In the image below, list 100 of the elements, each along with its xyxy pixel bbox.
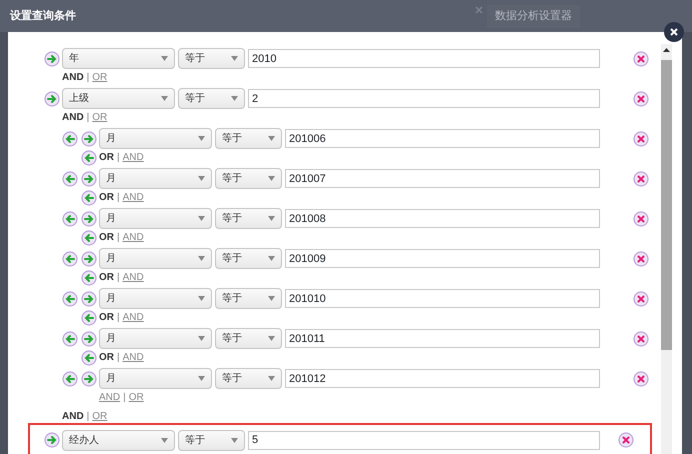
delete-icon[interactable] [633, 290, 649, 306]
logic-option[interactable]: AND [62, 110, 84, 125]
arrow-right-icon[interactable] [81, 250, 97, 266]
value-field[interactable]: 201012 [285, 369, 600, 388]
operator-select[interactable]: 等于 [178, 430, 245, 450]
delete-icon[interactable] [633, 330, 649, 346]
logic-option[interactable]: OR [99, 190, 114, 205]
close-button[interactable] [664, 22, 684, 42]
delete-icon[interactable] [633, 130, 649, 146]
separator: | [86, 111, 90, 125]
caret-icon [268, 336, 275, 341]
delete-icon[interactable] [618, 432, 634, 448]
logic-option[interactable]: AND [99, 390, 120, 405]
delete-icon[interactable] [633, 370, 649, 386]
delete-icon[interactable] [633, 50, 649, 66]
scroll-up-icon[interactable] [663, 48, 670, 52]
logic-option[interactable]: AND [62, 409, 84, 424]
field-select[interactable]: 月 [99, 288, 212, 309]
caret-icon [268, 216, 275, 221]
value-field[interactable]: 2010 [248, 49, 600, 68]
arrow-left-icon[interactable] [62, 290, 78, 306]
arrow-right-icon[interactable] [81, 210, 97, 226]
arrow-left-icon[interactable] [81, 310, 97, 326]
value-field[interactable]: 201008 [285, 209, 600, 228]
field-select[interactable]: 月 [99, 248, 212, 269]
arrow-left-icon[interactable] [81, 350, 97, 366]
caret-icon [231, 438, 238, 442]
arrow-left-icon[interactable] [62, 170, 78, 186]
arrow-left-icon[interactable] [62, 330, 78, 346]
arrow-left-icon[interactable] [62, 250, 78, 266]
operator-select[interactable]: 等于 [215, 248, 282, 269]
logic-option[interactable]: OR [99, 310, 114, 325]
logic-option[interactable]: OR [92, 70, 108, 85]
value-field[interactable]: 5 [248, 430, 600, 450]
value-field[interactable]: 2 [248, 89, 600, 108]
separator: | [117, 231, 120, 245]
logic-option[interactable]: OR [99, 150, 114, 165]
arrow-left-icon[interactable] [81, 190, 97, 206]
scrollbar[interactable] [661, 44, 672, 454]
delete-icon[interactable] [633, 170, 649, 186]
arrow-right-icon[interactable] [81, 370, 97, 386]
arrow-right-icon[interactable] [44, 90, 60, 106]
logic-option[interactable]: AND [122, 150, 144, 165]
logic-option[interactable]: AND [62, 70, 84, 85]
operator-select[interactable]: 等于 [215, 368, 282, 389]
operator-select[interactable]: 等于 [215, 288, 282, 309]
logic-option[interactable]: AND [122, 310, 144, 325]
caret-icon [268, 176, 275, 181]
arrow-left-icon[interactable] [62, 130, 78, 146]
arrow-right-icon[interactable] [81, 170, 97, 186]
operator-select[interactable]: 等于 [215, 168, 282, 189]
separator: | [117, 191, 120, 205]
field-select[interactable]: 月 [99, 368, 212, 389]
caret-icon [198, 336, 205, 341]
value-field[interactable]: 201009 [285, 249, 600, 268]
arrow-right-icon[interactable] [44, 50, 60, 66]
value-field[interactable]: 201007 [285, 169, 600, 188]
arrow-left-icon[interactable] [81, 230, 97, 246]
field-select[interactable]: 上级 [62, 88, 175, 109]
field-select[interactable]: 月 [99, 128, 212, 149]
operator-select[interactable]: 等于 [215, 128, 282, 149]
arrow-left-icon[interactable] [62, 210, 78, 226]
logic-option[interactable]: OR [99, 270, 114, 285]
logic-option[interactable]: AND [122, 270, 144, 285]
field-select[interactable]: 月 [99, 168, 212, 189]
value-field[interactable]: 201011 [285, 329, 600, 348]
delete-icon[interactable] [633, 250, 649, 266]
arrow-right-icon[interactable] [44, 432, 60, 448]
caret-icon [198, 376, 205, 381]
arrow-right-icon[interactable] [81, 130, 97, 146]
field-select[interactable]: 经办人 [62, 430, 175, 450]
logic-option[interactable]: OR [99, 350, 114, 365]
arrow-left-icon[interactable] [81, 270, 97, 286]
operator-select[interactable]: 等于 [215, 208, 282, 229]
arrow-left-icon[interactable] [81, 150, 97, 166]
caret-icon [231, 96, 238, 101]
operator-select[interactable]: 等于 [178, 48, 245, 69]
logic-option[interactable]: OR [92, 110, 108, 125]
field-select[interactable]: 月 [99, 328, 212, 349]
logic-option[interactable]: AND [122, 190, 144, 205]
separator: | [117, 271, 120, 285]
logic-option[interactable]: OR [99, 230, 114, 245]
close-icon [474, 5, 484, 15]
logic-option[interactable]: AND [122, 350, 144, 365]
delete-icon[interactable] [633, 90, 649, 106]
delete-icon[interactable] [633, 210, 649, 226]
scroll-thumb[interactable] [661, 60, 672, 350]
operator-select[interactable]: 等于 [215, 328, 282, 349]
operator-select[interactable]: 等于 [178, 88, 245, 109]
logic-option[interactable]: OR [128, 390, 144, 405]
caret-icon [198, 256, 205, 261]
logic-option[interactable]: AND [122, 230, 144, 245]
field-select[interactable]: 月 [99, 208, 212, 229]
field-select[interactable]: 年 [62, 48, 175, 69]
arrow-right-icon[interactable] [81, 290, 97, 306]
value-field[interactable]: 201010 [285, 289, 600, 308]
arrow-right-icon[interactable] [81, 330, 97, 346]
value-field[interactable]: 201006 [285, 129, 600, 148]
arrow-left-icon[interactable] [62, 370, 78, 386]
logic-option[interactable]: OR [92, 409, 108, 424]
